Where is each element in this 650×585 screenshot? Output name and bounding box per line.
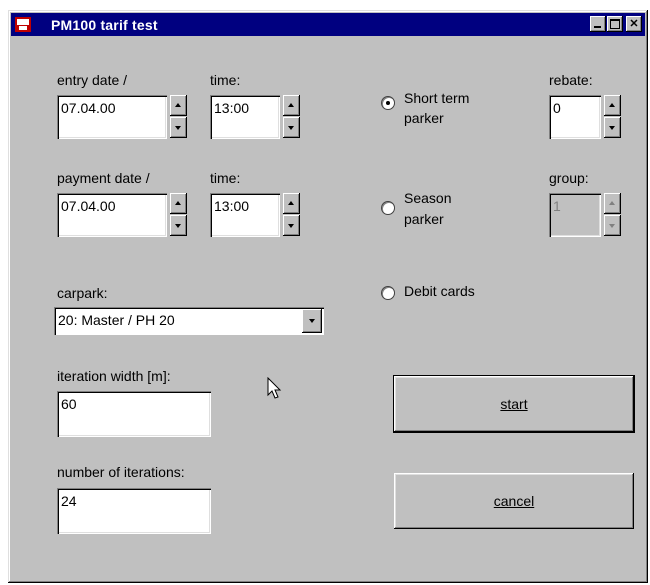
radio-short-term-line2[interactable]: parker <box>404 110 444 126</box>
spin-up-button[interactable] <box>283 193 300 214</box>
arrow-down-icon <box>609 126 615 130</box>
arrow-down-icon <box>609 224 615 228</box>
spin-down-button[interactable] <box>170 215 187 236</box>
payment-date-label: payment date / <box>57 170 150 186</box>
app-icon <box>15 17 31 32</box>
spin-down-button[interactable] <box>170 117 187 138</box>
title-bar[interactable]: PM100 tarif test ✕ <box>11 13 645 36</box>
entry-time-field[interactable]: 13:00 <box>210 95 280 139</box>
payment-time-field[interactable]: 13:00 <box>210 193 280 237</box>
maximize-button[interactable] <box>607 16 623 32</box>
arrow-down-icon <box>175 126 181 130</box>
arrow-up-icon <box>175 201 181 205</box>
iterations-field[interactable]: 24 <box>57 488 211 534</box>
payment-date-spinner[interactable] <box>170 193 187 237</box>
close-button[interactable]: ✕ <box>626 16 642 32</box>
group-spinner <box>604 193 621 237</box>
arrow-up-icon <box>609 201 615 205</box>
iteration-width-label: iteration width [m]: <box>57 368 171 384</box>
spin-down-button <box>604 215 621 236</box>
chevron-down-icon <box>309 319 315 323</box>
close-icon: ✕ <box>629 18 639 30</box>
entry-time-spinner[interactable] <box>283 95 300 139</box>
rebate-label: rebate: <box>549 72 593 88</box>
radio-debit-cards-label[interactable]: Debit cards <box>404 283 475 299</box>
iteration-width-field[interactable]: 60 <box>57 391 211 437</box>
entry-date-spinner[interactable] <box>170 95 187 139</box>
spin-up-button <box>604 193 621 214</box>
entry-date-label: entry date / <box>57 72 128 88</box>
maximize-icon <box>610 19 620 29</box>
carpark-label: carpark: <box>57 285 108 301</box>
carpark-dropdown[interactable]: 20: Master / PH 20 <box>54 307 324 335</box>
rebate-spinner[interactable] <box>604 95 621 139</box>
spin-up-button[interactable] <box>283 95 300 116</box>
radio-short-term[interactable] <box>381 96 395 110</box>
radio-dot-icon <box>386 101 390 105</box>
arrow-down-icon <box>288 224 294 228</box>
radio-short-term-line1[interactable]: Short term <box>404 90 469 106</box>
iterations-label: number of iterations: <box>57 464 185 480</box>
arrow-up-icon <box>609 103 615 107</box>
radio-debit-cards[interactable] <box>381 286 395 300</box>
spin-down-button[interactable] <box>283 117 300 138</box>
window-title: PM100 tarif test <box>51 17 158 33</box>
spin-down-button[interactable] <box>604 117 621 138</box>
payment-date-field[interactable]: 07.04.00 <box>57 193 167 237</box>
minimize-icon <box>594 26 601 28</box>
arrow-up-icon <box>288 103 294 107</box>
arrow-up-icon <box>288 201 294 205</box>
entry-time-label: time: <box>210 72 241 88</box>
radio-season-line2[interactable]: parker <box>404 211 444 227</box>
group-field: 1 <box>549 193 601 237</box>
cancel-button[interactable]: cancel <box>394 473 634 529</box>
start-button-label: start <box>500 396 528 412</box>
arrow-down-icon <box>288 126 294 130</box>
arrow-down-icon <box>175 224 181 228</box>
cancel-button-label: cancel <box>493 493 535 509</box>
spin-up-button[interactable] <box>170 193 187 214</box>
arrow-up-icon <box>175 103 181 107</box>
radio-season[interactable] <box>381 201 395 215</box>
rebate-field[interactable]: 0 <box>549 95 601 139</box>
minimize-button[interactable] <box>590 16 606 32</box>
radio-season-line1[interactable]: Season <box>404 190 451 206</box>
spin-down-button[interactable] <box>283 215 300 236</box>
dropdown-button[interactable] <box>302 309 322 333</box>
start-button[interactable]: start <box>393 375 635 433</box>
group-label: group: <box>549 170 589 186</box>
entry-date-field[interactable]: 07.04.00 <box>57 95 167 139</box>
payment-time-spinner[interactable] <box>283 193 300 237</box>
spin-up-button[interactable] <box>170 95 187 116</box>
mouse-cursor-icon <box>267 377 282 399</box>
payment-time-label: time: <box>210 170 241 186</box>
spin-up-button[interactable] <box>604 95 621 116</box>
carpark-selected: 20: Master / PH 20 <box>58 312 175 328</box>
